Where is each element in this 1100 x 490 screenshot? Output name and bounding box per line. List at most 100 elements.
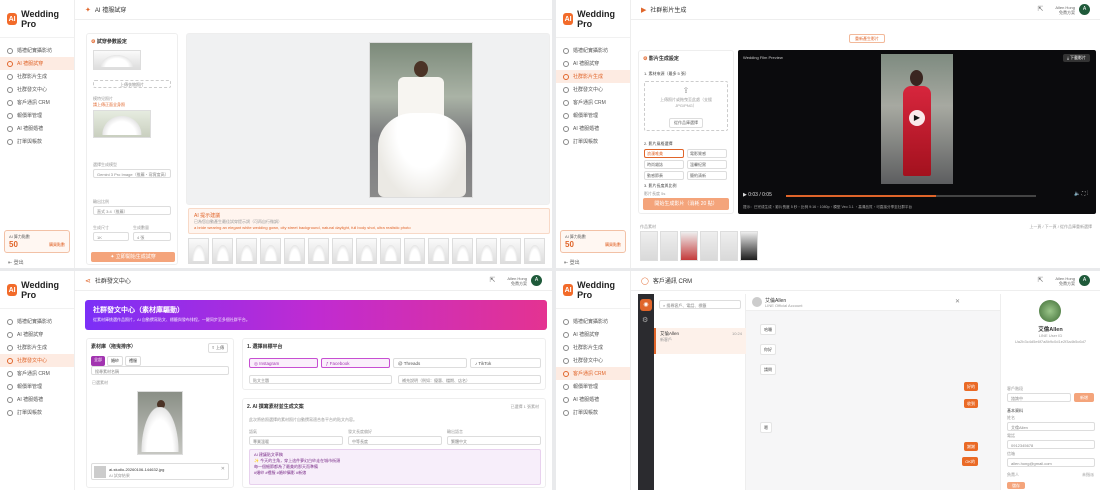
sidebar-item-ai-gown[interactable]: AI 禮服婚禮 — [556, 393, 630, 406]
result-thumbnail[interactable] — [476, 238, 497, 264]
material-thumbnail[interactable] — [660, 231, 678, 261]
selected-file-row[interactable]: ai-studio-20260106-144632.jpg AI 試穿結果 ✕ — [91, 463, 229, 480]
platform-facebook[interactable]: ƒ Facebook — [321, 358, 390, 368]
remove-file-icon[interactable]: ✕ — [221, 466, 225, 472]
material-nav-link[interactable]: 上一頁 / 下一頁 / 從作品庫重新選擇 — [1029, 224, 1092, 230]
result-thumbnail[interactable] — [308, 238, 329, 264]
save-button[interactable]: 儲存 — [1007, 482, 1025, 489]
sidebar-item-portfolio[interactable]: 婚禮紀實攝影坊 — [556, 44, 630, 57]
brand[interactable]: AI Wedding Pro — [0, 0, 74, 38]
material-thumbnail[interactable] — [700, 231, 718, 261]
logout-link[interactable]: ⇤ 登出 — [8, 259, 24, 266]
pick-from-library-button[interactable]: 從作品庫選擇 — [669, 118, 703, 128]
sidebar-item-crm[interactable]: 客戶通訊 CRM — [556, 96, 630, 109]
result-thumbnail[interactable] — [524, 238, 545, 264]
sidebar-item-crm[interactable]: 客戶通訊 CRM — [0, 96, 74, 109]
external-link-icon[interactable]: ⇱ — [490, 277, 496, 284]
name-input[interactable]: 艾倫Allen — [1007, 422, 1095, 431]
style-option[interactable]: 動感節奏 — [644, 171, 684, 180]
phone-input[interactable]: 0912345678 — [1007, 440, 1095, 449]
brand[interactable]: AI Wedding Pro — [556, 271, 630, 309]
result-thumbnail[interactable] — [212, 238, 233, 264]
garment-thumbnail[interactable] — [93, 50, 141, 70]
sidebar-item-video[interactable]: 社群影片生成 — [556, 341, 630, 354]
external-link-icon[interactable]: ⇱ — [1038, 277, 1044, 284]
sidebar-item-video[interactable]: 社群影片生成 — [0, 70, 74, 83]
size-select[interactable]: 1K — [93, 232, 129, 241]
ratio-select[interactable]: 直式 3:4（推薦） — [93, 206, 171, 215]
buy-credit-link[interactable]: 購買點數 — [605, 242, 621, 248]
result-thumbnail[interactable] — [428, 238, 449, 264]
language-select[interactable]: 繁體中文 — [447, 436, 541, 445]
logout-link[interactable]: ⇤ 登出 — [564, 259, 580, 266]
result-thumbnail[interactable] — [236, 238, 257, 264]
progress-track[interactable] — [786, 195, 1036, 197]
count-select[interactable]: 4 張 — [133, 232, 171, 241]
sidebar-item-try-on[interactable]: AI 禮服試穿 — [556, 57, 630, 70]
result-thumbnail[interactable] — [284, 238, 305, 264]
user-menu[interactable]: ⇱ Allen Hong 免費方案 A — [490, 275, 542, 286]
sidebar-item-ai-gown[interactable]: AI 禮服婚禮 — [556, 122, 630, 135]
user-menu[interactable]: ⇱ Allen Hong 免費方案 A — [1038, 4, 1090, 15]
client-search-input[interactable]: ⌕ 搜尋客戶、電話、標籤 — [659, 300, 741, 309]
material-thumbnail[interactable] — [740, 231, 758, 261]
generate-try-on-button[interactable]: ✦ 立即開始生成試穿 — [91, 252, 175, 262]
sidebar-item-social[interactable]: 社群發文中心 — [0, 83, 74, 96]
sidebar-item-portfolio[interactable]: 婚禮紀實攝影坊 — [0, 315, 74, 328]
sidebar-item-crm[interactable]: 客戶通訊 CRM — [556, 367, 630, 380]
brand[interactable]: AI Wedding Pro — [556, 0, 630, 38]
external-link-icon[interactable]: ⇱ — [1038, 6, 1044, 13]
sidebar-item-portfolio[interactable]: 婚禮紀實攝影坊 — [0, 44, 74, 57]
video-frame[interactable]: ▶ — [881, 54, 953, 184]
result-thumbnail[interactable] — [260, 238, 281, 264]
sidebar-item-crm[interactable]: 客戶通訊 CRM — [0, 367, 74, 380]
material-thumbnail[interactable] — [640, 231, 658, 261]
result-thumbnail[interactable] — [380, 238, 401, 264]
settings-icon[interactable]: ⚙ — [642, 316, 650, 324]
sidebar-item-orders[interactable]: 訂單與帳款 — [0, 406, 74, 419]
sidebar-item-try-on[interactable]: AI 禮服試穿 — [0, 57, 74, 70]
style-option[interactable]: 時尚雜誌 — [644, 160, 684, 169]
engine-select[interactable]: Gemini 3 Pro Image（推薦・寫實度高） — [93, 169, 171, 178]
sidebar-item-social[interactable]: 社群發文中心 — [556, 83, 630, 96]
upload-garment-button[interactable]: 上傳衣物照片 — [93, 80, 171, 88]
result-thumbnail[interactable] — [188, 238, 209, 264]
sidebar-item-try-on[interactable]: AI 禮服試穿 — [0, 328, 74, 341]
volume-icon[interactable]: 🔈 — [1074, 191, 1082, 197]
style-option[interactable]: 電影質感 — [687, 149, 727, 158]
sidebar-item-social[interactable]: 社群發文中心 — [556, 354, 630, 367]
sidebar-item-orders[interactable]: 訂單與帳款 — [556, 135, 630, 148]
sidebar-item-ai-gown[interactable]: AI 禮服婚禮 — [0, 122, 74, 135]
style-option[interactable]: 浪漫唯美 — [644, 149, 684, 158]
assign-value[interactable]: 未指派 — [1082, 472, 1094, 478]
sidebar-item-quote[interactable]: 報價單管理 — [556, 109, 630, 122]
sidebar-item-orders[interactable]: 訂單與帳款 — [0, 135, 74, 148]
sidebar-item-portfolio[interactable]: 婚禮紀實攝影坊 — [556, 315, 630, 328]
sidebar-item-quote[interactable]: 報價單管理 — [556, 380, 630, 393]
sidebar-item-try-on[interactable]: AI 禮服試穿 — [556, 328, 630, 341]
tab-all[interactable]: 全部 — [91, 356, 105, 366]
play-icon[interactable]: ▶ — [909, 110, 925, 126]
result-thumbnail[interactable] — [404, 238, 425, 264]
line-channel-icon[interactable]: ◉ — [640, 299, 652, 311]
tab-gown[interactable]: 禮服 — [125, 356, 141, 366]
style-option[interactable]: 簡約清新 — [687, 171, 727, 180]
video-upload-zone[interactable]: ⇪ 上傳照片或拖曳至此處（支援 JPG/PNG） 從作品庫選擇 — [644, 81, 728, 131]
try-on-result-image[interactable] — [369, 42, 473, 198]
model-thumbnail[interactable] — [93, 110, 151, 138]
sidebar-item-video[interactable]: 社群影片生成 — [0, 341, 74, 354]
result-thumbnail[interactable] — [356, 238, 377, 264]
sidebar-item-video[interactable]: 社群影片生成 — [556, 70, 630, 83]
more-icon[interactable]: ⋮ — [1087, 191, 1088, 197]
add-tag-button[interactable]: 新增 — [1074, 393, 1094, 402]
sidebar-item-orders[interactable]: 訂單與帳款 — [556, 406, 630, 419]
material-thumbnail[interactable] — [720, 231, 738, 261]
platform-threads[interactable]: @ Threads — [393, 358, 467, 368]
library-search-input[interactable]: 搜尋素材名稱 — [91, 366, 229, 375]
download-video-button[interactable]: ⤓ 下載影片 — [1063, 54, 1090, 62]
client-list-item[interactable]: 艾倫Allen 新客戶 10:24 — [654, 328, 746, 354]
platform-tiktok[interactable]: ♪ TikTok — [470, 358, 541, 368]
note-input[interactable]: 補充說明（例如：優惠、檔期、店名） — [398, 375, 541, 384]
style-option[interactable]: 溫馨紀實 — [687, 160, 727, 169]
result-thumbnail[interactable] — [332, 238, 353, 264]
